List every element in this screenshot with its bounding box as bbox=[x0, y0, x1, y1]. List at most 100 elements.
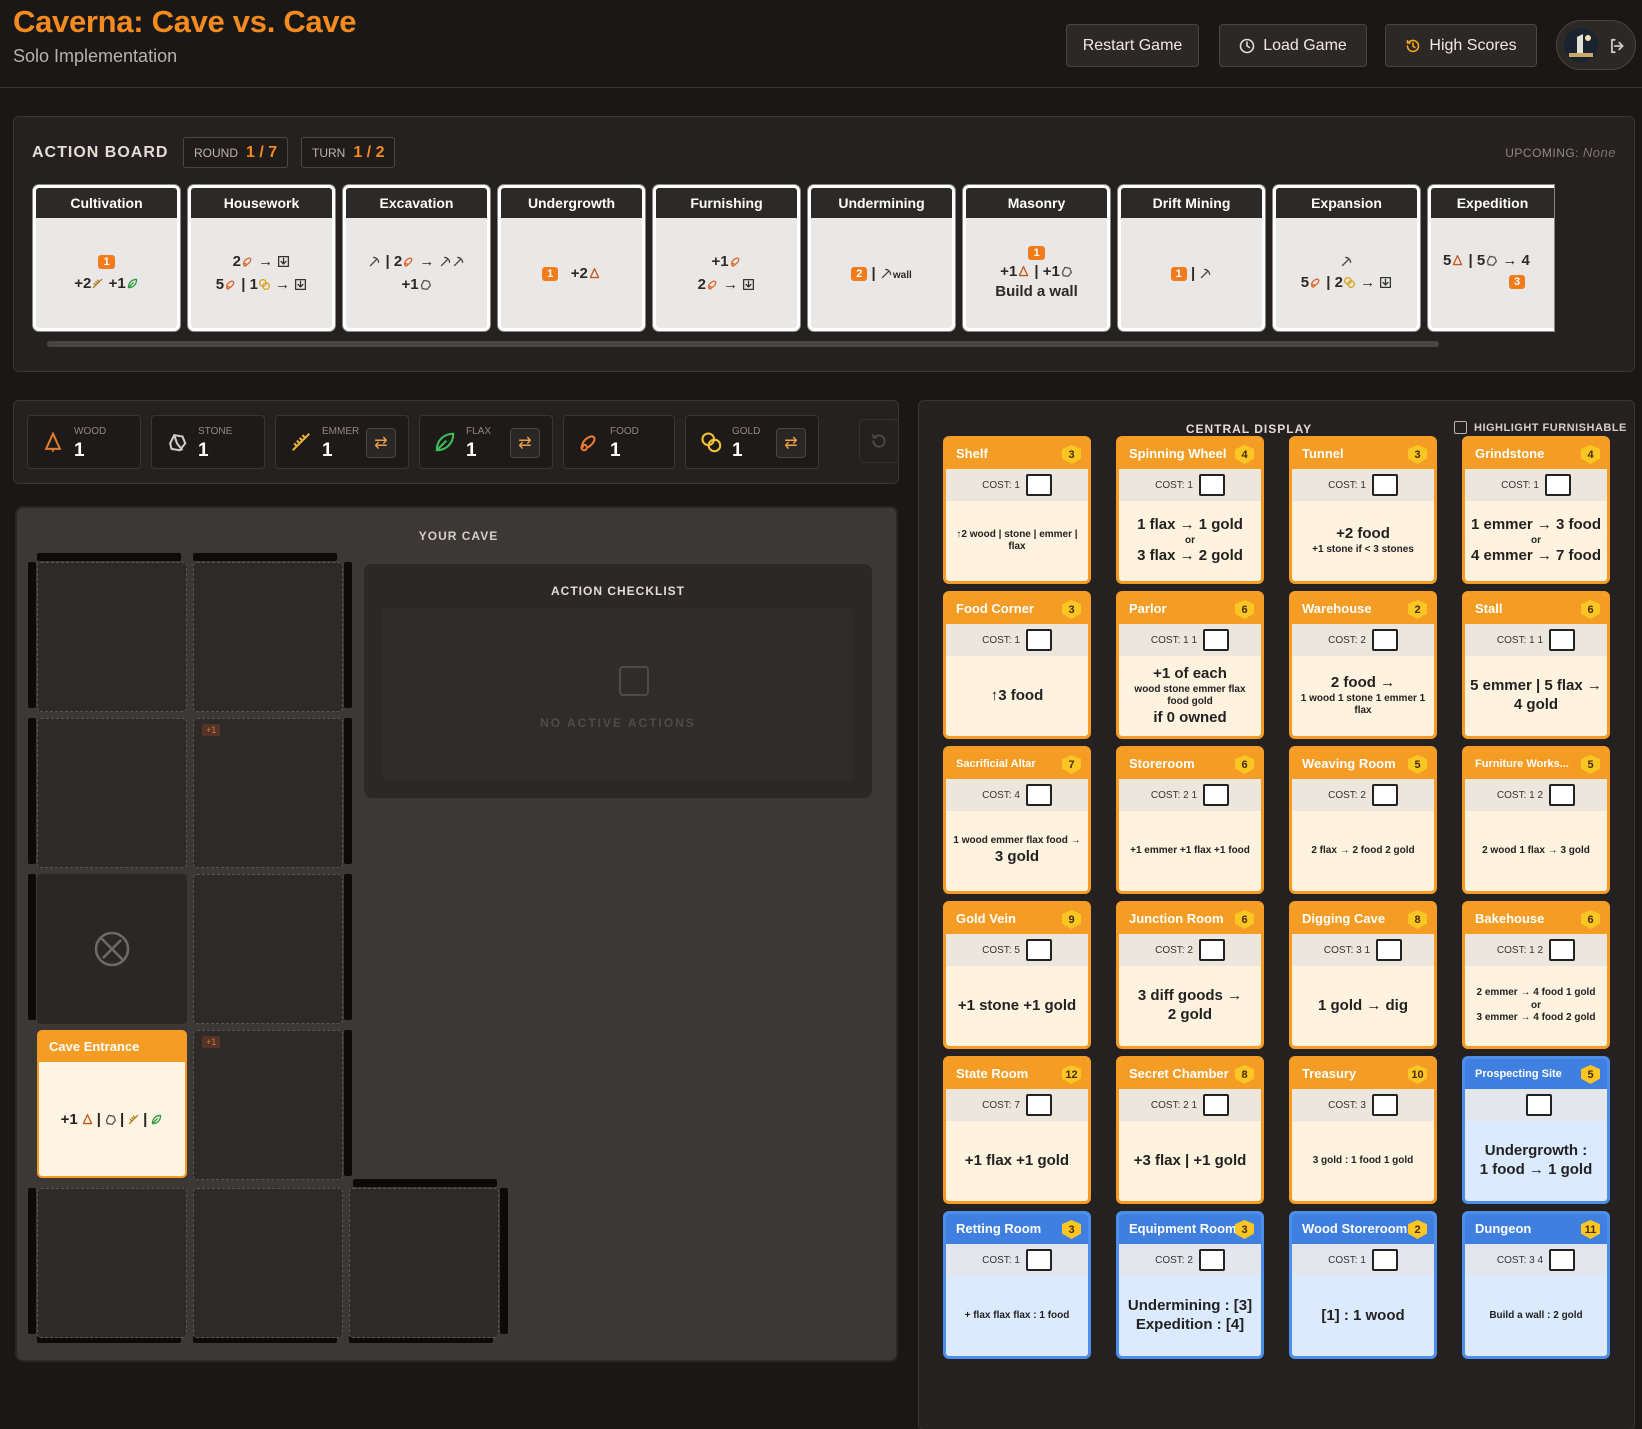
furnishing-card[interactable]: Retting Room 3 COST: 1 + flax flax flax : 1… bbox=[943, 1211, 1091, 1359]
tile-shape-icon bbox=[1371, 1094, 1398, 1116]
card-cost: COST: 2 1 bbox=[1119, 1089, 1261, 1121]
effect-line: 2 flax → 2 food 2 gold bbox=[1311, 844, 1415, 856]
furnishing-card[interactable]: Weaving Room 5 COST: 22 flax → 2 food 2 go… bbox=[1289, 746, 1437, 894]
cave-space[interactable] bbox=[37, 562, 187, 712]
user-menu[interactable] bbox=[1556, 20, 1636, 70]
avatar-icon[interactable] bbox=[1563, 27, 1599, 63]
action-board-scrollbar[interactable] bbox=[47, 341, 1439, 347]
cost-text: COST: 5 bbox=[982, 944, 1020, 956]
emmer-icon bbox=[93, 278, 103, 288]
restart-label: Restart Game bbox=[1082, 36, 1183, 54]
cave-entrance-tile[interactable]: Cave Entrance +1 | | | bbox=[37, 1030, 187, 1178]
action-card-masonry[interactable]: Masonry 1 +1 | +1 Build a wall bbox=[963, 185, 1110, 331]
action-card-undergrowth[interactable]: Undergrowth 1 +2 bbox=[498, 185, 645, 331]
cost-text: COST: 3 1 bbox=[1323, 944, 1371, 956]
card-effect: +1 of each wood stone emmer flax food gol… bbox=[1123, 656, 1257, 736]
card-cost: COST: 2 bbox=[1292, 624, 1434, 656]
undo-button[interactable] bbox=[859, 419, 899, 463]
wall-segment bbox=[353, 1179, 497, 1187]
cave-space[interactable] bbox=[193, 874, 343, 1024]
furnishing-card[interactable]: Tunnel 3 COST: 1 +2 food +1 stone if < 3 sto… bbox=[1289, 436, 1437, 584]
action-card-cultivation[interactable]: Cultivation 1 +2 +1 bbox=[33, 185, 180, 331]
cave-space[interactable] bbox=[193, 562, 343, 712]
accumulation-badge: 1 bbox=[1028, 246, 1045, 260]
furnishing-card[interactable]: Equipment Room 3 COST: 2 Undermining : [3] E… bbox=[1116, 1211, 1264, 1359]
highlight-furnishable-toggle[interactable]: HIGHLIGHT FURNISHABLE bbox=[1454, 421, 1627, 434]
card-effect: 2 food → 1 wood 1 stone 1 emmer 1 flax bbox=[1296, 656, 1430, 736]
checkbox-icon[interactable] bbox=[1454, 421, 1467, 434]
card-effect: ↑3 food bbox=[950, 656, 1084, 736]
furnishing-card[interactable]: State Room 12 COST: 7 +1 flax +1 gold bbox=[943, 1056, 1091, 1204]
cave-space[interactable] bbox=[37, 718, 187, 868]
logout-icon[interactable] bbox=[1608, 37, 1626, 55]
furnishing-card[interactable]: Gold Vein 9 COST: 5 +1 stone +1 gold bbox=[943, 901, 1091, 1049]
effect-line: 4 emmer → 7 food bbox=[1470, 547, 1602, 565]
cost-text: COST: 1 bbox=[1155, 479, 1193, 491]
action-card-undermining[interactable]: Undermining 2 | wall bbox=[808, 185, 955, 331]
action-card-excavation[interactable]: Excavation | 2 → +1 bbox=[343, 185, 490, 331]
cave-space[interactable]: +1 bbox=[193, 1030, 343, 1180]
furnishing-card[interactable]: Furniture Works... 5 COST: 1 22 wood 1 fla… bbox=[1462, 746, 1610, 894]
card-effect: 5 emmer | 5 flax → 4 gold bbox=[1469, 656, 1603, 736]
effect-line: 3 diff goods → bbox=[1137, 987, 1243, 1005]
cave-space[interactable] bbox=[193, 1188, 343, 1338]
action-card-expedition[interactable]: Expedition 5 | 5 → 4 3 bbox=[1428, 185, 1554, 331]
high-scores-button[interactable]: High Scores bbox=[1385, 24, 1537, 67]
action-card-furnishing[interactable]: Furnishing +1 2 → bbox=[653, 185, 800, 331]
furnishing-card[interactable]: Prospecting Site 5 Undergrowth :1 food → 1… bbox=[1462, 1056, 1610, 1204]
card-effect: 2 wood 1 flax → 3 gold bbox=[1469, 811, 1603, 891]
furnishing-card[interactable]: Sacrificial Altar 7 COST: 41 wood emmer fl… bbox=[943, 746, 1091, 894]
upcoming-value: None bbox=[1582, 145, 1616, 160]
effect-line: 5 emmer | 5 flax → bbox=[1470, 677, 1602, 695]
furnishing-card[interactable]: Grindstone 4 COST: 11 emmer → 3 food or 4 em… bbox=[1462, 436, 1610, 584]
exchange-button[interactable]: ⇄ bbox=[776, 428, 806, 458]
effect-line: 1 food → 1 gold bbox=[1479, 1161, 1593, 1178]
card-cost: COST: 2 bbox=[1119, 1244, 1261, 1276]
cave-space[interactable] bbox=[37, 1188, 187, 1338]
card-effect: 3 gold : 1 food 1 gold bbox=[1296, 1121, 1430, 1201]
restart-game-button[interactable]: Restart Game bbox=[1066, 24, 1199, 67]
furnishing-card[interactable]: Shelf 3 COST: 1 ↑2 wood | stone | emmer | f… bbox=[943, 436, 1091, 584]
card-effect: Undermining : [3] Expedition : [4] bbox=[1123, 1276, 1257, 1356]
tile-shape-icon bbox=[1371, 629, 1398, 651]
effect-line: +1 stone +1 gold bbox=[957, 996, 1077, 1014]
furnishing-card[interactable]: Digging Cave 8 COST: 3 11 gold → dig bbox=[1289, 901, 1437, 1049]
card-cost: COST: 1 1 bbox=[1119, 624, 1261, 656]
effect-line: 1 emmer → 3 food bbox=[1470, 516, 1602, 533]
pickaxe-icon bbox=[881, 268, 892, 278]
pickaxe-icon bbox=[453, 256, 463, 267]
tile-shape-icon bbox=[1203, 784, 1230, 806]
furnishing-card[interactable]: Stall 6 COST: 1 15 emmer | 5 flax → 4 gold bbox=[1462, 591, 1610, 739]
furnishing-card[interactable]: Food Corner 3 COST: 1 ↑3 food bbox=[943, 591, 1091, 739]
cost-text: COST: 2 bbox=[1328, 634, 1366, 646]
action-card-expansion[interactable]: Expansion 5 | 2 → bbox=[1273, 185, 1420, 331]
card-cost: COST: 2 1 bbox=[1119, 779, 1261, 811]
furnishing-card[interactable]: Junction Room 6 COST: 23 diff goods → 2 gol… bbox=[1116, 901, 1264, 1049]
wood-icon bbox=[1453, 254, 1463, 266]
furnishing-card[interactable]: Dungeon 11 COST: 3 4 Build a wall : 2 gold bbox=[1462, 1211, 1610, 1359]
furnishing-card[interactable]: Treasury 10 COST: 33 gold : 1 food 1 gold bbox=[1289, 1056, 1437, 1204]
exchange-button[interactable]: ⇄ bbox=[366, 428, 396, 458]
load-game-button[interactable]: Load Game bbox=[1219, 24, 1367, 67]
cave-space[interactable] bbox=[349, 1188, 499, 1338]
effect-line: ↑2 wood | stone | emmer | flax bbox=[956, 528, 1078, 553]
furnishing-card[interactable]: Spinning Wheel 4 COST: 11 flax → 1 gold or 3… bbox=[1116, 436, 1264, 584]
cave-space[interactable]: +1 bbox=[193, 718, 343, 868]
action-card-drift-mining[interactable]: Drift Mining 1 | bbox=[1118, 185, 1265, 331]
effect-line: Undergrowth : bbox=[1484, 1142, 1588, 1160]
exchange-button[interactable]: ⇄ bbox=[510, 428, 540, 458]
furnishing-card[interactable]: Parlor 6 COST: 1 1 +1 of each wood stone emm… bbox=[1116, 591, 1264, 739]
furnishing-card[interactable]: Wood Storeroom 2 COST: 1 [1] : 1 wood bbox=[1289, 1211, 1437, 1359]
furnish-icon bbox=[295, 278, 307, 291]
card-cost: COST: 4 bbox=[946, 779, 1088, 811]
furnishing-card[interactable]: Secret Chamber 8 COST: 2 1 +3 flax | +1 gol… bbox=[1116, 1056, 1264, 1204]
furnish-icon bbox=[278, 255, 290, 268]
resource-label: EMMER bbox=[322, 426, 360, 437]
card-effect: 1 emmer → 3 food or 4 emmer → 7 food bbox=[1469, 501, 1603, 581]
furnishing-card[interactable]: Warehouse 2 COST: 22 food → 1 wood 1 stone … bbox=[1289, 591, 1437, 739]
cave-space-covered[interactable] bbox=[37, 874, 187, 1024]
action-card-housework[interactable]: Housework 2 → 5 | 1 → bbox=[188, 185, 335, 331]
furnishing-card[interactable]: Bakehouse 6 COST: 1 22 emmer → 4 food 1 go… bbox=[1462, 901, 1610, 1049]
tile-shape-icon bbox=[1549, 939, 1576, 961]
furnishing-card[interactable]: Storeroom 6 COST: 2 1 +1 emmer +1 flax +1 f… bbox=[1116, 746, 1264, 894]
